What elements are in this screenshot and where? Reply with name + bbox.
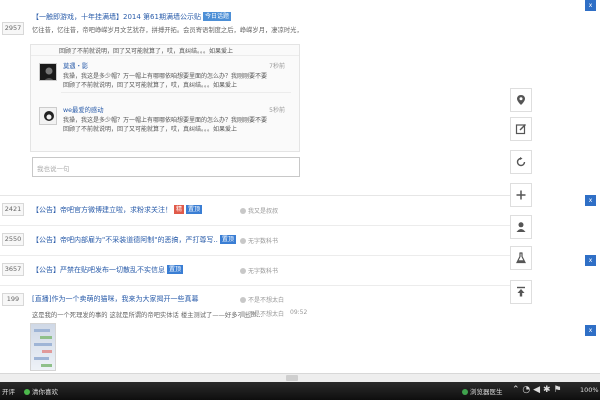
back-to-top-button[interactable]	[510, 280, 532, 304]
reply-time: 7秒前	[269, 63, 285, 70]
reply-box: 回顾了不前就说明，回了又可能就算了，哎，真纠结。。。如果爱上 莫遇・影 我操，我…	[30, 44, 300, 152]
thread-title[interactable]: 【公告】帝吧内部雇为"不采装道德阿制"的恶搞，严打尊写.. 置顶	[32, 235, 236, 245]
thread-title-text[interactable]: 【公告】帝吧内部雇为"不采装道德阿制"的恶搞，严打尊写..	[32, 236, 218, 244]
thread-title[interactable]: [直播]作为一个卖萌的猫咪，我来为大家揭开一些真幕	[32, 294, 198, 304]
add-button[interactable]	[510, 183, 532, 207]
browser-viewport: 2957 【一触即游戏，十年挂满墙】2014 第61期满墙公示贴 今日话题 忆往昔…	[0, 0, 600, 373]
thread-author[interactable]: 无字数科书	[240, 266, 278, 275]
edit-button[interactable]	[510, 117, 532, 141]
row-divider	[0, 285, 510, 286]
user-icon	[240, 238, 246, 244]
lab-button[interactable]	[510, 246, 532, 270]
battery-level: 100%	[580, 386, 599, 394]
user-icon	[516, 222, 526, 232]
thread-title[interactable]: 【公告】严禁在贴吧发布一切散乱不实信息 置顶	[32, 265, 184, 275]
reply-count: 3657	[2, 263, 24, 276]
close-icon[interactable]: x	[585, 325, 596, 336]
thread-title-text[interactable]: 【公告】帝吧官方微博建立啦，求粉求关注！	[32, 206, 172, 214]
refresh-button[interactable]	[510, 150, 532, 174]
close-icon[interactable]: x	[585, 195, 596, 206]
thread-thumbnail[interactable]	[30, 323, 56, 371]
reply-text-line1: 我操，我这是多少帽？万一帽上有哪哪依咱想要里面的怎么办？我刚刚要不要	[63, 73, 268, 80]
taskbar: 开评 清你喜欢 浏览器医生 ⌃ ◔ ◀ ✱ ⚑ 100%	[0, 382, 600, 400]
user-icon	[240, 311, 246, 317]
avatar[interactable]	[39, 63, 57, 81]
close-icon[interactable]: x	[585, 0, 596, 11]
top-icon	[517, 286, 525, 297]
refresh-icon	[516, 157, 526, 167]
thread-author[interactable]: 我又是叔叔	[240, 206, 278, 215]
location-icon	[517, 95, 525, 105]
thread-abstract: 忆往昔，忆往昔，帝吧峥嵘岁月文艺犹存，拼搏开拓。会员寄语制度之后，峥嵘岁月，凄凉…	[32, 27, 302, 34]
lab-icon	[516, 252, 526, 264]
pinned-badge[interactable]: 置顶	[167, 265, 184, 274]
pinned-badge[interactable]: 置顶	[186, 205, 203, 214]
reply-input[interactable]: 我也说一句	[32, 157, 300, 177]
reply-text-line1: 我操，我这是多少帽？万一帽上有哪哪依咱想要里面的怎么办？我刚刚要不要	[63, 117, 268, 124]
thread-title-text[interactable]: 【一触即游戏，十年挂满墙】2014 第61期满墙公示贴	[32, 13, 201, 21]
reply-count: 2550	[2, 233, 24, 246]
reply-text-line2: 回顾了不前就说明，回了又可能就算了，哎，真纠结。。。如果爱上	[63, 82, 238, 89]
thread-author[interactable]: 无字数科书	[240, 236, 278, 245]
bluetooth-icon: ✱	[542, 385, 551, 395]
last-replier[interactable]: 不是不想太白	[240, 309, 284, 318]
avatar[interactable]	[39, 107, 57, 125]
taskbar-browser-doctor[interactable]: 浏览器医生	[462, 386, 503, 396]
close-icon[interactable]: x	[585, 255, 596, 266]
tray-arrow-icon: ⌃	[512, 385, 520, 395]
thread-author[interactable]: 不是不想太白	[240, 295, 284, 304]
topic-badge[interactable]: 今日话题	[202, 12, 231, 21]
row-divider	[0, 195, 510, 196]
reply-divider	[61, 92, 291, 93]
horizontal-scrollbar[interactable]	[0, 373, 600, 382]
tray-icons[interactable]: ⌃ ◔ ◀ ✱ ⚑	[512, 385, 561, 395]
scrollbar-thumb[interactable]	[286, 375, 298, 381]
shield-icon	[462, 389, 468, 395]
reply-text-line2: 回顾了不前就说明，回了又可能就算了，哎，真纠结。。。如果爱上	[63, 126, 238, 133]
row-divider	[0, 225, 510, 226]
pinned-badge[interactable]: 置顶	[219, 235, 236, 244]
location-button[interactable]	[510, 88, 532, 112]
edit-icon	[515, 124, 526, 135]
reply-count: 2957	[2, 22, 24, 35]
thread-title[interactable]: 【公告】帝吧官方微博建立啦，求粉求关注！精置顶	[32, 205, 203, 215]
reply-username[interactable]: 莫遇・影	[63, 61, 88, 70]
volume-icon: ◀	[533, 385, 541, 395]
flag-icon: ⚑	[553, 385, 562, 395]
user-icon	[240, 208, 246, 214]
taskbar-left-label[interactable]: 开评	[2, 386, 15, 396]
reply-time: 5秒前	[269, 107, 285, 114]
reply-username[interactable]: we最爱的感动	[63, 105, 104, 114]
user-icon	[240, 297, 246, 303]
reply-count: 199	[2, 293, 24, 306]
reply-prev-text: 回顾了不前就说明，回了又可能就算了，哎，真纠结。。。如果爱上	[59, 48, 234, 55]
network-icon: ◔	[522, 385, 531, 395]
row-divider	[0, 255, 510, 256]
thread-title-text[interactable]: [直播]作为一个卖萌的猫咪，我来为大家揭开一些真幕	[32, 295, 198, 303]
essence-badge[interactable]: 精	[174, 205, 185, 214]
profile-button[interactable]	[510, 215, 532, 239]
user-icon	[240, 268, 246, 274]
plus-icon	[516, 190, 526, 200]
taskbar-user[interactable]: 清你喜欢	[24, 386, 58, 396]
user-status-icon	[24, 389, 30, 395]
thread-title[interactable]: 【一触即游戏，十年挂满墙】2014 第61期满墙公示贴 今日话题	[32, 12, 231, 22]
reply-count: 2421	[2, 203, 24, 216]
reply-divider	[31, 55, 299, 56]
thread-title-text[interactable]: 【公告】严禁在贴吧发布一切散乱不实信息	[32, 266, 165, 274]
last-reply-time: 09:52	[290, 309, 308, 316]
